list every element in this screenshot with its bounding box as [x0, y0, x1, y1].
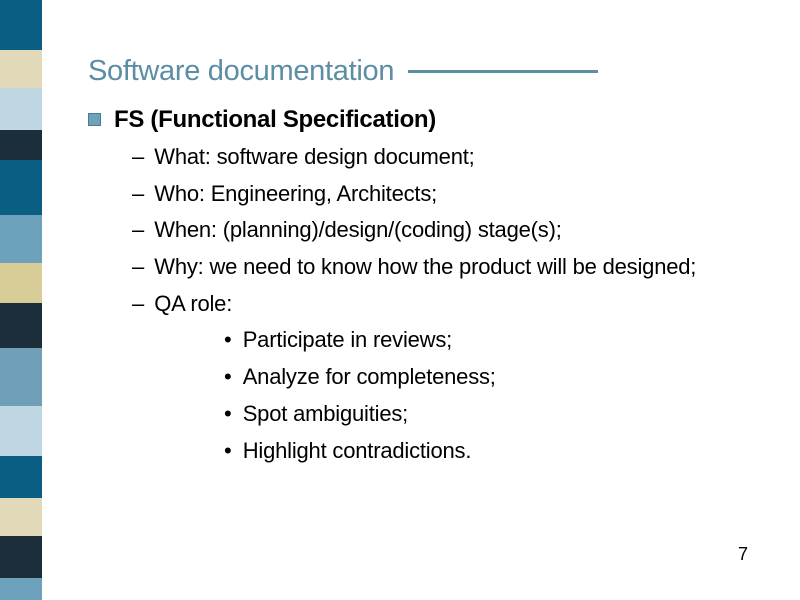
dash-bullet-icon: – — [132, 142, 144, 172]
list-item-text: What: software design document; — [154, 142, 474, 172]
stripe — [0, 160, 42, 215]
list-item: • Analyze for completeness; — [224, 362, 760, 392]
list-item-text: Who: Engineering, Architects; — [154, 179, 437, 209]
list-item: – Why: we need to know how the product w… — [132, 252, 760, 282]
list-item-text: Spot ambiguities; — [243, 399, 408, 429]
dash-bullet-icon: – — [132, 179, 144, 209]
square-bullet-icon — [88, 113, 101, 126]
bullet-level1: FS (Functional Specification) — [88, 106, 760, 134]
stripe — [0, 456, 42, 498]
stripe — [0, 263, 42, 303]
stripe — [0, 303, 42, 348]
list-item: • Highlight contradictions. — [224, 436, 760, 466]
dash-bullet-icon: – — [132, 289, 144, 319]
list-item-text: Analyze for completeness; — [243, 362, 496, 392]
dash-bullet-icon: – — [132, 252, 144, 282]
dot-bullet-icon: • — [224, 399, 232, 429]
list-item-text: Why: we need to know how the product wil… — [154, 252, 696, 282]
slide-title: Software documentation — [88, 55, 394, 88]
list-item-text: Participate in reviews; — [243, 325, 452, 355]
list-item-text: When: (planning)/design/(coding) stage(s… — [154, 215, 561, 245]
stripe — [0, 498, 42, 536]
title-row: Software documentation — [88, 55, 760, 88]
list-item: • Participate in reviews; — [224, 325, 760, 355]
decorative-sidebar — [0, 0, 42, 600]
dash-bullet-icon: – — [132, 215, 144, 245]
slide-content: Software documentation FS (Functional Sp… — [88, 55, 760, 472]
dot-bullet-icon: • — [224, 436, 232, 466]
level3-group: • Participate in reviews; • Analyze for … — [224, 325, 760, 465]
title-rule — [408, 70, 598, 73]
page-number: 7 — [738, 544, 748, 565]
stripe — [0, 130, 42, 160]
list-item: – What: software design document; — [132, 142, 760, 172]
heading-text: FS (Functional Specification) — [114, 106, 436, 134]
stripe — [0, 88, 42, 130]
stripe — [0, 50, 42, 88]
stripe — [0, 578, 42, 600]
list-item: – Who: Engineering, Architects; — [132, 179, 760, 209]
stripe — [0, 536, 42, 578]
stripe — [0, 215, 42, 263]
list-item-text: Highlight contradictions. — [243, 436, 472, 466]
list-item: – When: (planning)/design/(coding) stage… — [132, 215, 760, 245]
level2-group: – What: software design document; – Who:… — [132, 142, 760, 465]
dot-bullet-icon: • — [224, 325, 232, 355]
list-item: – QA role: — [132, 289, 760, 319]
list-item: • Spot ambiguities; — [224, 399, 760, 429]
dot-bullet-icon: • — [224, 362, 232, 392]
stripe — [0, 348, 42, 406]
stripe — [0, 406, 42, 456]
stripe — [0, 0, 42, 50]
list-item-text: QA role: — [154, 289, 232, 319]
